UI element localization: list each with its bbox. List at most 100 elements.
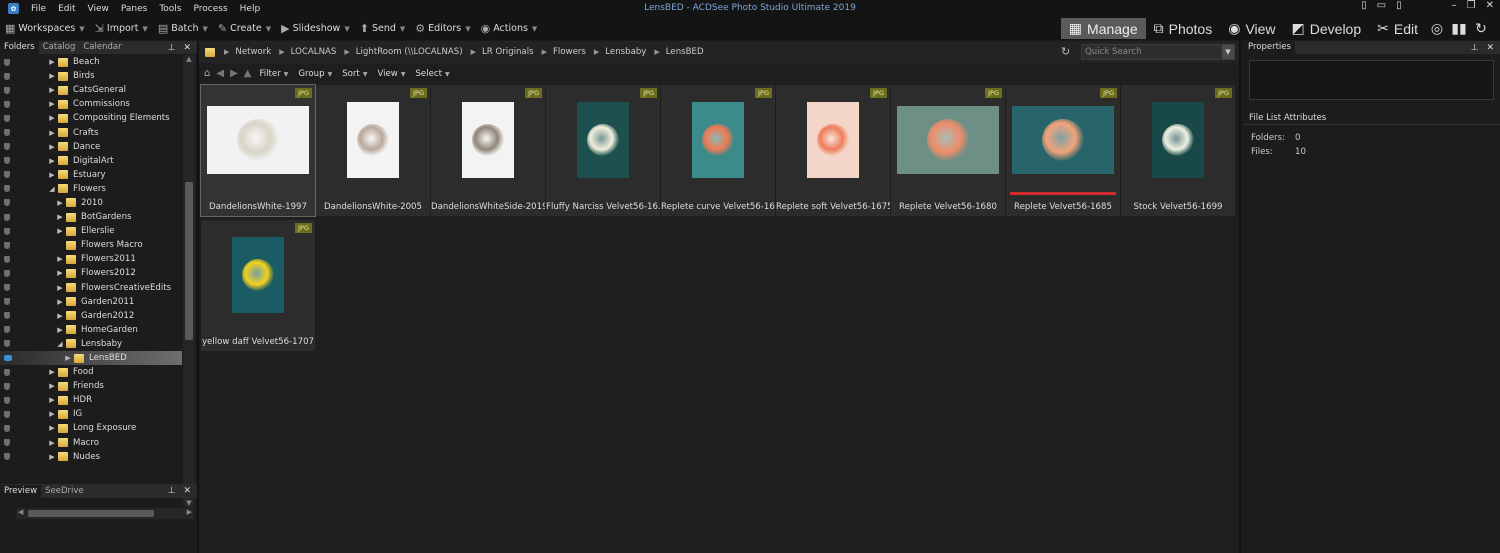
breadcrumb-separator-icon[interactable]: ▶ bbox=[471, 48, 476, 56]
restore-icon[interactable]: ❐ bbox=[1467, 0, 1476, 11]
group-menu[interactable]: Group ▼ bbox=[293, 69, 337, 79]
expand-arrow-icon[interactable]: ▶ bbox=[48, 410, 56, 418]
folder-tree-vscrollbar[interactable]: ▲ ▼ bbox=[183, 55, 195, 507]
folder-tree-item[interactable]: ▶ Dance bbox=[0, 140, 182, 154]
pin-icon[interactable]: ⊥ bbox=[168, 486, 176, 496]
expand-arrow-icon[interactable]: ▶ bbox=[48, 171, 56, 179]
folder-tree-hscrollbar[interactable]: ◀ ▶ bbox=[16, 508, 194, 519]
expand-arrow-icon[interactable]: ▶ bbox=[56, 284, 64, 292]
menu-panes[interactable]: Panes bbox=[115, 4, 153, 14]
import-button[interactable]: ⇲ Import ▼ bbox=[90, 22, 153, 35]
breadcrumb-item[interactable]: ▶ Flowers bbox=[538, 47, 590, 57]
breadcrumb-item[interactable]: ▶ Network bbox=[220, 47, 275, 57]
expand-arrow-icon[interactable]: ▶ bbox=[48, 424, 56, 432]
expand-arrow-icon[interactable]: ▶ bbox=[56, 298, 64, 306]
folder-tree-item[interactable]: ▶ Food bbox=[0, 365, 182, 379]
forward-icon[interactable]: ▶ bbox=[230, 68, 238, 79]
slideshow-button[interactable]: ▶ Slideshow ▼ bbox=[276, 22, 355, 35]
layout-bottom-icon[interactable]: ▭ bbox=[1377, 0, 1386, 11]
sync-icon[interactable]: ↻ bbox=[1470, 18, 1492, 39]
tab-catalog[interactable]: Catalog bbox=[39, 41, 80, 54]
batch-button[interactable]: ▤ Batch ▼ bbox=[153, 22, 213, 35]
menu-view[interactable]: View bbox=[82, 4, 115, 14]
expand-arrow-icon[interactable]: ▶ bbox=[48, 114, 56, 122]
thumbnail[interactable]: JPG Stock Velvet56-1699 bbox=[1121, 85, 1235, 216]
workspaces-button[interactable]: ▦ Workspaces ▼ bbox=[0, 22, 90, 35]
folder-tree-item[interactable]: ▶ Crafts bbox=[0, 125, 182, 139]
folder-tree-item[interactable]: ▶ Garden2012 bbox=[0, 309, 182, 323]
expand-arrow-icon[interactable]: ▶ bbox=[48, 100, 56, 108]
menu-process[interactable]: Process bbox=[188, 4, 234, 14]
close-pane-icon[interactable]: ✕ bbox=[1486, 43, 1494, 53]
thumbnail[interactable]: JPG DandelionsWhite-2005 bbox=[316, 85, 430, 216]
collapse-arrow-icon[interactable]: ◢ bbox=[48, 185, 56, 193]
thumbnail[interactable]: JPG Fluffy Narciss Velvet56-16... bbox=[546, 85, 660, 216]
breadcrumb-item[interactable]: ▶ LOCALNAS bbox=[275, 47, 340, 57]
pin-icon[interactable]: ⊥ bbox=[1471, 43, 1479, 53]
tab-seedrive[interactable]: SeeDrive bbox=[41, 485, 88, 498]
folder-tree-item[interactable]: ▶ Garden2011 bbox=[0, 295, 182, 309]
back-icon[interactable]: ◀ bbox=[216, 68, 224, 79]
expand-arrow-icon[interactable]: ▶ bbox=[48, 129, 56, 137]
thumbnail[interactable]: JPG Replete Velvet56-1685 bbox=[1006, 85, 1120, 216]
expand-arrow-icon[interactable]: ▶ bbox=[56, 312, 64, 320]
menu-edit[interactable]: Edit bbox=[52, 4, 81, 14]
folder-tree-item[interactable]: ▶ Compositing Elements bbox=[0, 111, 182, 125]
breadcrumb-separator-icon[interactable]: ▶ bbox=[542, 48, 547, 56]
menu-file[interactable]: File bbox=[25, 4, 52, 14]
actions-button[interactable]: ◉ Actions ▼ bbox=[476, 22, 543, 35]
tab-properties[interactable]: Properties bbox=[1244, 41, 1295, 54]
breadcrumb-item[interactable]: ▶ LightRoom (\\LOCALNAS) bbox=[340, 47, 466, 57]
folder-tree-item[interactable]: ▶ BotGardens bbox=[0, 210, 182, 224]
breadcrumb-item[interactable]: ▶ LR Originals bbox=[467, 47, 538, 57]
pin-icon[interactable]: ⊥ bbox=[168, 43, 176, 53]
expand-arrow-icon[interactable]: ▶ bbox=[56, 213, 64, 221]
thumbnail[interactable]: JPG Replete soft Velvet56-1675 bbox=[776, 85, 890, 216]
folder-tree-item[interactable]: ▶ Macro bbox=[0, 436, 182, 450]
breadcrumb-separator-icon[interactable]: ▶ bbox=[279, 48, 284, 56]
mode-manage[interactable]: ▦ Manage bbox=[1060, 18, 1146, 39]
thumbnail[interactable]: JPG yellow daff Velvet56-1707 bbox=[201, 220, 315, 351]
expand-arrow-icon[interactable]: ▶ bbox=[48, 453, 56, 461]
breadcrumb-separator-icon[interactable]: ▶ bbox=[224, 48, 229, 56]
expand-arrow-icon[interactable]: ▶ bbox=[64, 354, 72, 362]
acdsee-365-icon[interactable]: ◎ bbox=[1426, 18, 1448, 39]
expand-arrow-icon[interactable]: ▶ bbox=[48, 86, 56, 94]
home-icon[interactable]: ⌂ bbox=[204, 68, 210, 79]
mode-photos[interactable]: ⧉ Photos bbox=[1146, 18, 1221, 39]
folder-tree-item[interactable]: ▶ FlowersCreativeEdits bbox=[0, 281, 182, 295]
send-button[interactable]: ⬆ Send ▼ bbox=[355, 22, 411, 35]
tab-preview[interactable]: Preview bbox=[0, 484, 42, 498]
expand-arrow-icon[interactable]: ▶ bbox=[48, 396, 56, 404]
thumbnail[interactable]: JPG DandelionsWhite-1997 bbox=[200, 84, 316, 217]
expand-arrow-icon[interactable]: ▶ bbox=[48, 72, 56, 80]
expand-arrow-icon[interactable]: ▶ bbox=[56, 227, 64, 235]
create-button[interactable]: ✎ Create ▼ bbox=[213, 22, 276, 35]
folder-tree-item[interactable]: ▶ HomeGarden bbox=[0, 323, 182, 337]
collapse-arrow-icon[interactable]: ◢ bbox=[56, 340, 64, 348]
mode-edit[interactable]: ✂ Edit bbox=[1369, 18, 1426, 39]
mode-develop[interactable]: ◩ Develop bbox=[1284, 18, 1370, 39]
acdsee-app-icon[interactable]: ✿ bbox=[8, 3, 19, 14]
expand-arrow-icon[interactable]: ▶ bbox=[48, 368, 56, 376]
filter-menu[interactable]: Filter ▼ bbox=[254, 69, 293, 79]
folder-tree-item[interactable]: ▶ Long Exposure bbox=[0, 421, 182, 435]
folder-tree-item[interactable]: ◢ Flowers bbox=[0, 182, 182, 196]
folder-tree-item[interactable]: ▶ Commissions bbox=[0, 97, 182, 111]
thumbnail[interactable]: JPG Replete Velvet56-1680 bbox=[891, 85, 1005, 216]
breadcrumb-item[interactable]: ▶ LensBED bbox=[650, 47, 707, 57]
mode-view[interactable]: ◉ View bbox=[1220, 18, 1283, 39]
breadcrumb-separator-icon[interactable]: ▶ bbox=[654, 48, 659, 56]
minimize-icon[interactable]: – bbox=[1452, 0, 1457, 11]
folder-tree-item[interactable]: ▶ Beach bbox=[0, 55, 182, 69]
folder-tree-item[interactable]: ▶ IG bbox=[0, 407, 182, 421]
editors-button[interactable]: ⚙ Editors ▼ bbox=[410, 22, 475, 35]
expand-arrow-icon[interactable]: ▶ bbox=[48, 143, 56, 151]
breadcrumb-separator-icon[interactable]: ▶ bbox=[344, 48, 349, 56]
layout-right-icon[interactable]: ▯ bbox=[1396, 0, 1402, 11]
thumbnail[interactable]: JPG Replete curve Velvet56-16... bbox=[661, 85, 775, 216]
menu-help[interactable]: Help bbox=[234, 4, 267, 14]
dashboard-icon[interactable]: ▮▮ bbox=[1448, 18, 1470, 39]
thumbnail[interactable]: JPG DandelionsWhiteSide-2019 bbox=[431, 85, 545, 216]
folder-tree-item[interactable]: ▶ Nudes bbox=[0, 450, 182, 464]
